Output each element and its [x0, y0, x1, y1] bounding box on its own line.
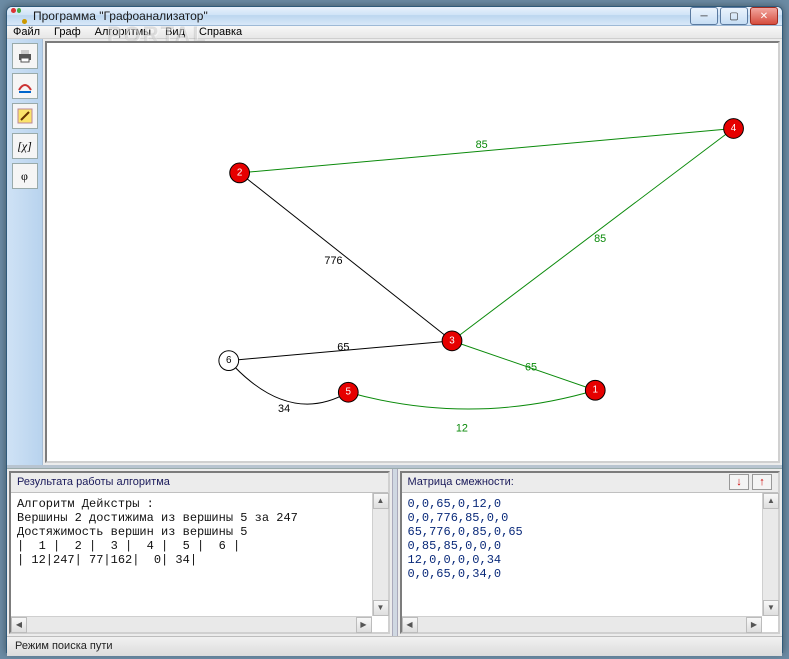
graph-edge — [452, 341, 595, 390]
printer-icon — [17, 48, 33, 64]
titlebar[interactable]: Программа "Графоанализатор" ─ ▢ ✕ — [7, 7, 782, 26]
matrix-header: Матрица смежности: ↓ ↑ — [402, 473, 779, 493]
menu-graph[interactable]: Граф — [54, 26, 81, 38]
scroll-right-icon[interactable]: ▶ — [356, 617, 372, 633]
scroll-up-icon[interactable]: ▲ — [373, 493, 389, 509]
graph-svg: 858577665653412123456 — [47, 43, 778, 461]
tool-arc[interactable] — [12, 73, 38, 99]
menu-algorithms[interactable]: Алгоритмы — [95, 26, 151, 38]
scroll-up-icon[interactable]: ▲ — [763, 493, 779, 509]
window-title: Программа "Графоанализатор" — [33, 9, 208, 23]
graph-edge — [348, 390, 595, 409]
menu-help[interactable]: Справка — [199, 26, 242, 38]
matrix-down-button[interactable]: ↓ — [729, 474, 749, 490]
matrix-title: Матрица смежности: — [408, 476, 514, 488]
menu-file[interactable]: Файл — [13, 26, 40, 38]
arc-icon — [17, 78, 33, 94]
tool-chi[interactable]: [χ] — [12, 133, 38, 159]
node-label: 5 — [346, 387, 352, 398]
close-button[interactable]: ✕ — [750, 7, 778, 25]
edge-weight: 34 — [278, 403, 290, 415]
graph-edge — [229, 361, 349, 404]
results-scroll-h[interactable]: ◀ ▶ — [11, 616, 372, 632]
results-title: Результата работы алгоритма — [17, 476, 170, 488]
statusbar: Режим поиска пути — [7, 636, 782, 656]
status-text: Режим поиска пути — [15, 640, 113, 652]
graph-canvas[interactable]: 858577665653412123456 — [45, 41, 780, 463]
matrix-scroll-h[interactable]: ◀ ▶ — [402, 616, 763, 632]
results-body[interactable]: Алгоритм Дейкстры : Вершины 2 достижима … — [11, 493, 388, 571]
scroll-left-icon[interactable]: ◀ — [11, 617, 27, 633]
maximize-button[interactable]: ▢ — [720, 7, 748, 25]
graph-edge — [452, 128, 734, 340]
node-label: 4 — [731, 123, 737, 134]
results-scroll-v[interactable]: ▲ ▼ — [372, 493, 388, 616]
vertical-splitter[interactable] — [392, 469, 398, 636]
matrix-scroll-v[interactable]: ▲ ▼ — [762, 493, 778, 616]
node-label: 3 — [449, 335, 455, 346]
app-icon — [11, 8, 27, 24]
tool-wand[interactable] — [12, 103, 38, 129]
wand-icon — [17, 108, 33, 124]
edge-weight: 776 — [324, 255, 342, 267]
menubar: Файл Граф Алгоритмы Вид Справка PORTAL w… — [7, 26, 782, 39]
tool-print[interactable] — [12, 43, 38, 69]
edge-weight: 85 — [594, 233, 606, 245]
graph-edge — [240, 173, 452, 341]
edge-weight: 85 — [476, 139, 488, 151]
scroll-right-icon[interactable]: ▶ — [746, 617, 762, 633]
matrix-up-button[interactable]: ↑ — [752, 474, 772, 490]
node-label: 2 — [237, 167, 242, 178]
tool-phi[interactable]: φ — [12, 163, 38, 189]
edge-weight: 65 — [525, 361, 537, 373]
minimize-button[interactable]: ─ — [690, 7, 718, 25]
scroll-down-icon[interactable]: ▼ — [373, 600, 389, 616]
results-panel: Результата работы алгоритма Алгоритм Дей… — [9, 471, 390, 634]
results-header: Результата работы алгоритма — [11, 473, 388, 493]
matrix-body[interactable]: 0,0,65,0,12,0 0,0,776,85,0,0 65,776,0,85… — [402, 493, 779, 585]
matrix-panel: Матрица смежности: ↓ ↑ 0,0,65,0,12,0 0,0… — [400, 471, 781, 634]
node-label: 1 — [593, 385, 598, 396]
edge-weight: 12 — [456, 423, 468, 435]
scroll-down-icon[interactable]: ▼ — [763, 600, 779, 616]
scroll-left-icon[interactable]: ◀ — [402, 617, 418, 633]
edge-weight: 65 — [337, 342, 349, 354]
app-window: Программа "Графоанализатор" ─ ▢ ✕ Файл Г… — [6, 6, 783, 653]
node-label: 6 — [226, 355, 232, 366]
menu-view[interactable]: Вид — [165, 26, 185, 38]
toolbar: [χ] φ — [7, 39, 43, 465]
